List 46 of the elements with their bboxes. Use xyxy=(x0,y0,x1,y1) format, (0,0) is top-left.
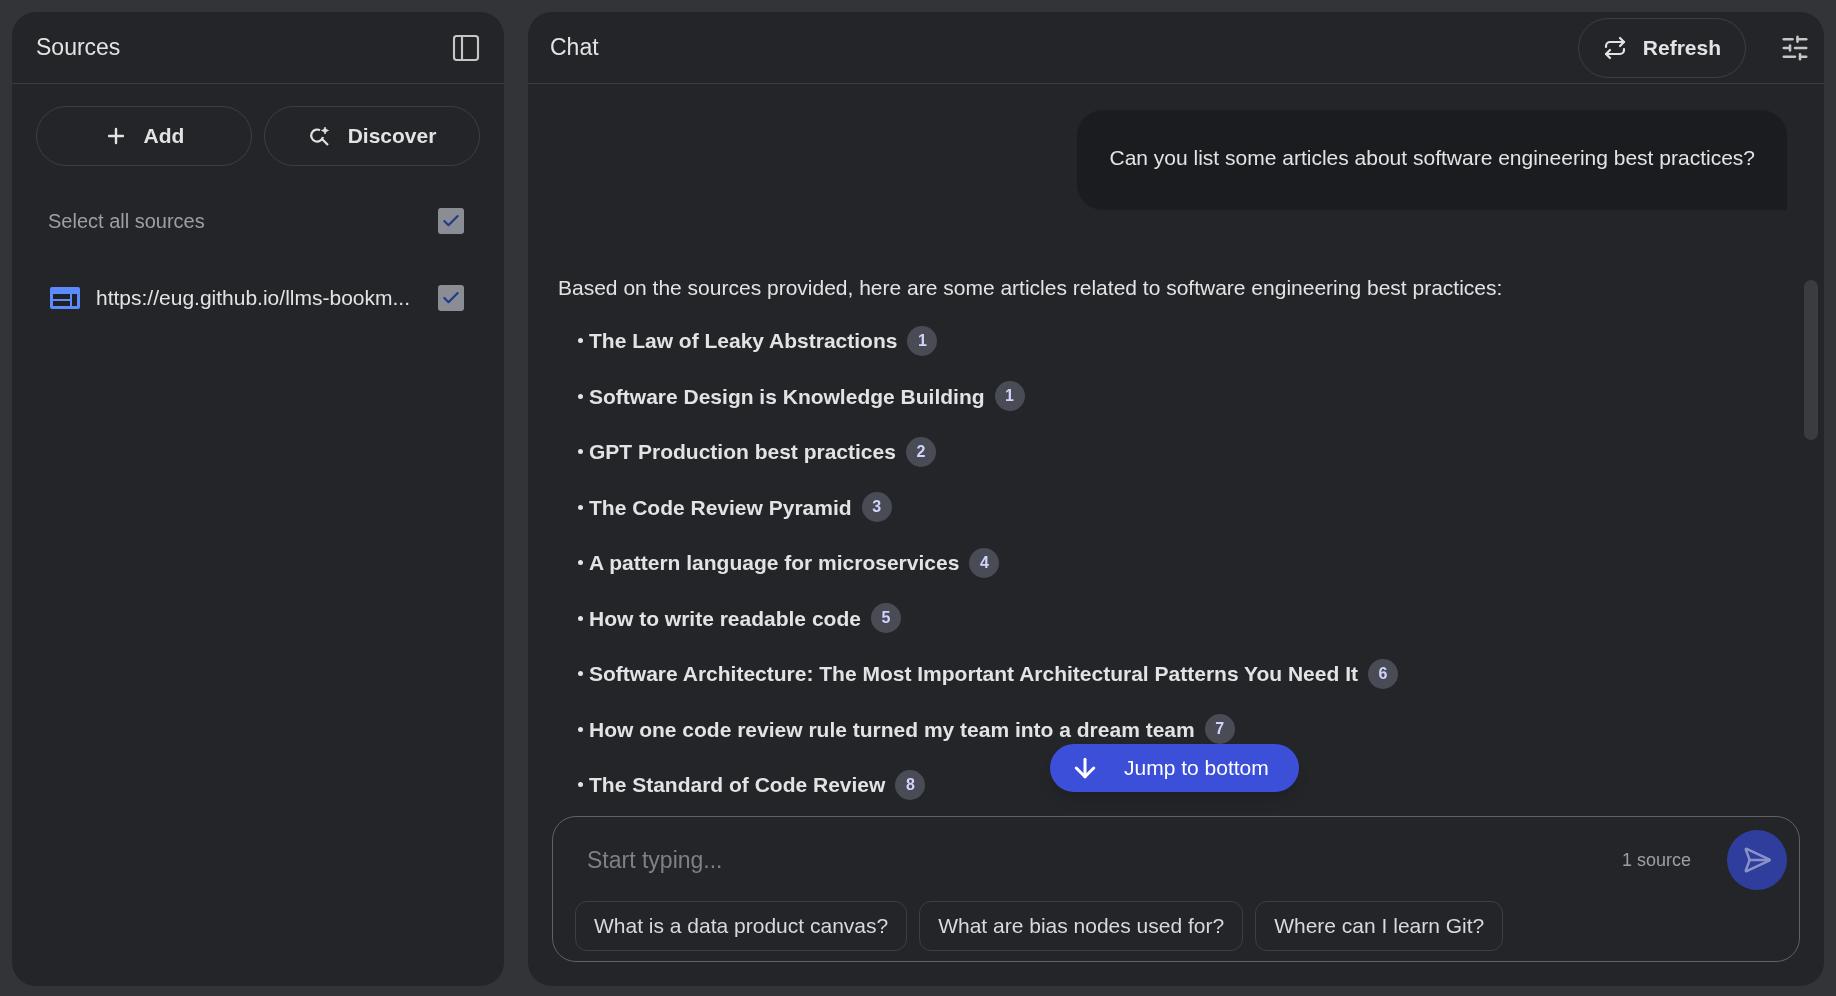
bullet-icon xyxy=(578,782,583,788)
citation-badge[interactable]: 1 xyxy=(994,381,1025,412)
sparkle-search-icon xyxy=(307,124,332,148)
source-count: 1 source xyxy=(1621,848,1691,872)
checkbox[interactable] xyxy=(438,284,464,311)
bullet-icon xyxy=(578,393,583,399)
article-title: How to write readable code xyxy=(589,605,861,632)
article-title: The Law of Leaky Abstractions xyxy=(589,328,898,354)
bullet-icon xyxy=(578,560,583,566)
refresh-icon xyxy=(1602,35,1627,60)
citation-badge[interactable]: 5 xyxy=(870,603,901,634)
citation-badge[interactable]: 3 xyxy=(861,492,892,523)
bullet-icon xyxy=(578,726,583,732)
article-title: How one code review rule turned my team into a dream team xyxy=(589,716,1195,743)
citation-badge[interactable]: 4 xyxy=(969,547,1000,578)
answer-text: Based on the sources provided, here are some articles related to software engineering best practices: xyxy=(558,274,1504,301)
article-title: A pattern language for microservices xyxy=(589,550,960,576)
select-all-label: Select all sources xyxy=(48,209,205,234)
article-title: Software Design is Knowledge Building xyxy=(589,383,985,410)
web-page-icon xyxy=(50,286,80,309)
bullet-icon xyxy=(578,615,583,621)
panel-title: Sources xyxy=(36,33,121,63)
checkbox[interactable] xyxy=(438,208,464,234)
source-link[interactable]: https://eug.github.io/llms-bookm... xyxy=(96,282,410,314)
bullet-icon xyxy=(578,449,583,455)
bullet-icon xyxy=(578,504,583,510)
citation-badge[interactable]: 2 xyxy=(905,436,936,467)
article-title: Software Architecture: The Most Important Architectural Patterns You Need It xyxy=(589,661,1358,687)
panel-title: Chat xyxy=(550,33,599,63)
send-icon xyxy=(1742,845,1772,875)
suggestion-chip[interactable]: What is a data product canvas? xyxy=(575,901,908,951)
article-title: The Code Review Pyramid xyxy=(589,494,852,521)
bullet-icon xyxy=(578,338,583,344)
citation-badge[interactable]: 1 xyxy=(907,325,938,356)
message-input[interactable]: Start typing... 1 source What is a data product canvas? What are bias nodes used for? Where can I learn Git? xyxy=(552,816,1800,962)
bullet-icon xyxy=(578,671,583,677)
citation-badge[interactable]: 7 xyxy=(1204,714,1235,745)
citation-badge[interactable]: 8 xyxy=(895,769,926,800)
suggestion-chip[interactable]: What are bias nodes used for? xyxy=(919,901,1244,951)
send-button[interactable] xyxy=(1727,830,1787,890)
article-title: GPT Production best practices xyxy=(589,439,896,465)
article-title: The Standard of Code Review xyxy=(589,772,886,798)
citation-badge[interactable]: 6 xyxy=(1367,658,1398,689)
jump-to-bottom-button[interactable]: Jump to bottom xyxy=(1050,744,1299,792)
suggestion-chip[interactable]: Where can I learn Git? xyxy=(1255,901,1504,951)
user-message: Can you list some articles about software engineering best practices? xyxy=(1077,110,1787,210)
